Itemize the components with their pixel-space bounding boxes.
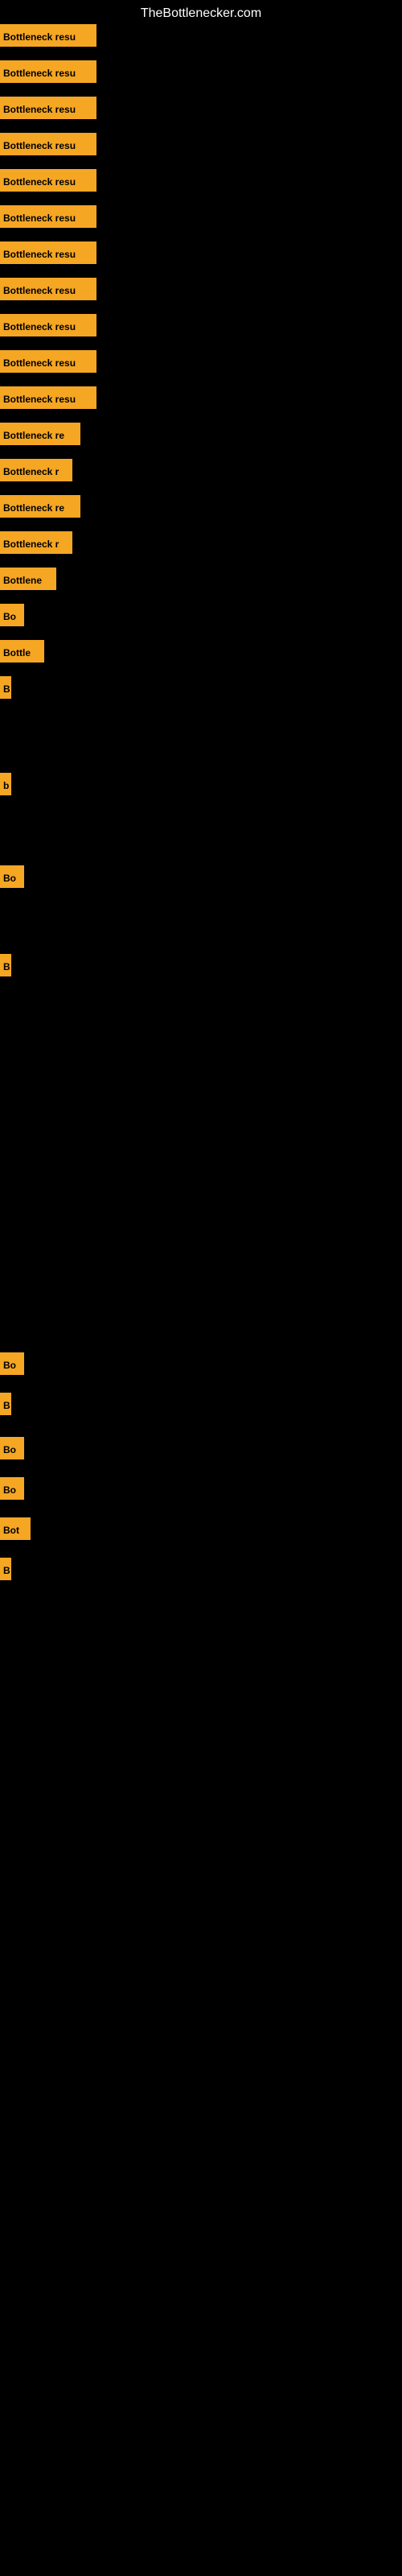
bottleneck-result-item[interactable]: Bo — [0, 865, 24, 888]
bottleneck-result-item[interactable]: Bottleneck resu — [0, 60, 96, 83]
bottleneck-result-item[interactable]: Bottleneck resu — [0, 278, 96, 300]
bottleneck-result-item[interactable]: Bottleneck resu — [0, 24, 96, 47]
bottleneck-result-item[interactable]: Bottleneck re — [0, 495, 80, 518]
bottleneck-result-item[interactable]: Bo — [0, 1437, 24, 1459]
bottleneck-result-item[interactable]: Bottleneck resu — [0, 169, 96, 192]
bottleneck-result-item[interactable]: Bottlene — [0, 568, 56, 590]
site-title: TheBottlenecker.com — [0, 0, 402, 27]
bottleneck-result-item[interactable]: Bot — [0, 1517, 31, 1540]
bottleneck-result-item[interactable]: Bottleneck resu — [0, 205, 96, 228]
bottleneck-result-item[interactable]: Bo — [0, 1352, 24, 1375]
bottleneck-result-item[interactable]: Bottle — [0, 640, 44, 663]
bottleneck-result-item[interactable]: Bottleneck resu — [0, 133, 96, 155]
bottleneck-result-item[interactable]: Bottleneck resu — [0, 350, 96, 373]
bottleneck-result-item[interactable]: Bottleneck resu — [0, 242, 96, 264]
bottleneck-result-item[interactable]: Bottleneck r — [0, 459, 72, 481]
bottleneck-result-item[interactable]: b — [0, 773, 11, 795]
bottleneck-result-item[interactable]: Bottleneck resu — [0, 386, 96, 409]
bottleneck-result-item[interactable]: Bottleneck resu — [0, 97, 96, 119]
bottleneck-result-item[interactable]: B — [0, 1558, 11, 1580]
bottleneck-result-item[interactable]: B — [0, 1393, 11, 1415]
bottleneck-result-item[interactable]: B — [0, 676, 11, 699]
bottleneck-result-item[interactable]: Bottleneck resu — [0, 314, 96, 336]
bottleneck-result-item[interactable]: Bo — [0, 1477, 24, 1500]
bottleneck-result-item[interactable]: B — [0, 954, 11, 976]
bottleneck-result-item[interactable]: Bottleneck r — [0, 531, 72, 554]
bottleneck-result-item[interactable]: Bo — [0, 604, 24, 626]
bottleneck-result-item[interactable]: Bottleneck re — [0, 423, 80, 445]
